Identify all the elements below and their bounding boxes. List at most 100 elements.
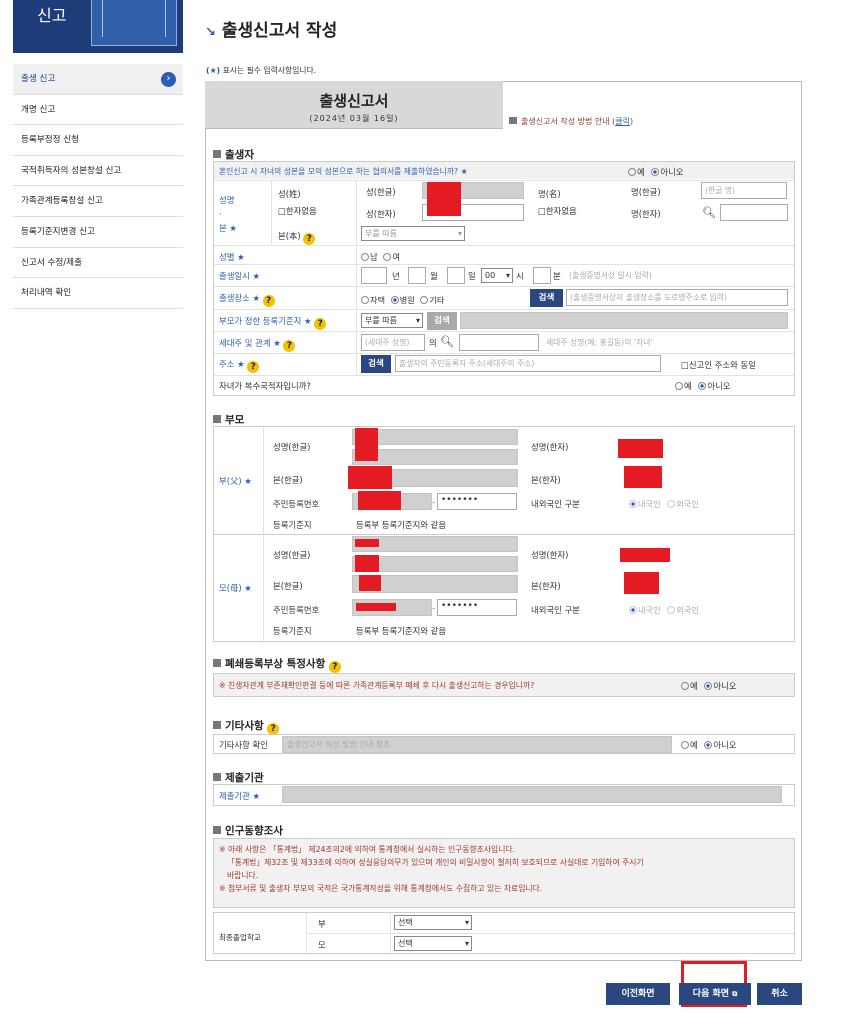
birth-day-input[interactable] — [447, 267, 465, 284]
radio-male[interactable] — [361, 253, 369, 261]
given-no-hanja-checkbox[interactable]: □한자없음 — [538, 205, 577, 217]
guide-link-text[interactable]: 클릭 — [615, 117, 630, 126]
same-address-checkbox[interactable]: □신고인 주소와 동일 — [681, 359, 756, 371]
radio-yes[interactable] — [681, 682, 689, 690]
help-icon[interactable]: ? — [247, 361, 260, 373]
mother-nationality-radios: 내국인 외국인 — [629, 604, 699, 616]
place-input[interactable]: (출생증명서상의 출생장소를 도로명주소로 입력) — [566, 289, 788, 306]
regbase-select[interactable]: 부를 따름 — [361, 313, 423, 328]
address-input[interactable]: 출생자의 주민등록지 주소(세대주의 주소) — [395, 355, 661, 372]
birth-month-input[interactable] — [408, 267, 426, 284]
radio-yes[interactable] — [628, 168, 636, 176]
sidebar-item-name-change[interactable]: 개명 신고 — [13, 95, 183, 126]
sex-label: 성별 ★ — [219, 252, 245, 262]
form-header: 출생신고서 (2024년 03월 16일) — [205, 81, 503, 129]
relation-placeholder: 세대주 성명(예: 홍길동)의 '자녀' — [546, 338, 653, 347]
regbase-label-text: 부모가 정한 등록기준지 ★ — [219, 316, 312, 326]
help-icon[interactable]: ? — [303, 233, 316, 245]
regbase-label: 부모가 정한 등록기준지 ★ ? — [219, 315, 327, 330]
survey-note-2: 「통계법」제32조 및 제33조에 의하여 성실응답의무가 있으며 개인의 비밀… — [227, 858, 644, 867]
closure-question: ※ 친생자관계 부존재확인판결 등에 따른 가족관계등록부 폐쇄 후 다시 출생… — [219, 681, 535, 690]
householder-input[interactable]: (세대주 성명) — [361, 334, 425, 351]
sidebar-item-modify-submit[interactable]: 신고서 수정/제출 — [13, 248, 183, 279]
place-search-button[interactable]: 검색 — [530, 289, 563, 307]
next-button[interactable]: 다음 화면 ⧉ — [679, 983, 751, 1005]
divider-v — [271, 180, 272, 245]
radio-no[interactable] — [651, 168, 660, 176]
radio-korean[interactable] — [629, 500, 637, 508]
month-label: 월 — [430, 271, 438, 281]
given-hanja-input[interactable] — [720, 204, 788, 221]
radio-no[interactable] — [704, 682, 713, 690]
name-bon-label: 성명 · 본 ★ — [219, 195, 237, 233]
mother-rrn-back[interactable]: ••••••• — [437, 599, 517, 616]
given-hangul-input[interactable]: (한글 명) — [701, 182, 787, 199]
help-icon[interactable]: ? — [262, 295, 275, 307]
help-icon[interactable]: ? — [283, 340, 296, 352]
external-link-icon: ⧉ — [732, 990, 738, 998]
radio-yes[interactable] — [681, 741, 689, 749]
divider-v — [306, 913, 307, 953]
redaction-box — [355, 539, 379, 547]
radio-etc[interactable] — [420, 296, 429, 304]
radio-no[interactable] — [704, 741, 713, 749]
multi-nat-radio-group: 예 아니오 — [675, 380, 731, 392]
guide-link[interactable]: 출생신고서 작성 방법 안내 (클릭) — [509, 116, 633, 127]
sidebar-item-history[interactable]: 처리내역 확인 — [13, 278, 183, 309]
guide-prefix: 출생신고서 작성 방법 안내 ( — [521, 117, 616, 126]
radio-female[interactable] — [383, 253, 392, 261]
bon-select[interactable]: 부를 따름 — [361, 226, 465, 241]
householder-placeholder: (세대주 성명) — [365, 338, 410, 347]
father-name-hanja-label: 성명(한자) — [531, 442, 569, 452]
education-father-select[interactable]: 선택 — [394, 915, 472, 930]
guide-suffix: ) — [630, 117, 634, 126]
prev-button[interactable]: 이전화면 — [606, 983, 670, 1005]
agency-input[interactable] — [282, 786, 782, 803]
mother-label: 모(母) ★ — [219, 583, 252, 593]
redaction-box — [355, 428, 378, 461]
minute-label: 분 — [553, 271, 561, 281]
minute-input[interactable] — [533, 267, 551, 284]
sidebar-item-correction[interactable]: 등록부정정 신청 — [13, 125, 183, 156]
radio-no-label: 아니오 — [713, 740, 737, 750]
mother-nationality-label: 내외국인 구분 — [531, 605, 580, 615]
other-input[interactable]: 출생신고서 작성 방법 안내 참조 — [282, 736, 672, 753]
day-label: 일 — [468, 271, 476, 281]
radio-no[interactable] — [698, 382, 707, 390]
no-hanja-checkbox[interactable]: □한자없음 — [278, 205, 317, 217]
radio-foreign[interactable] — [667, 606, 676, 614]
radio-foreign[interactable] — [667, 500, 676, 508]
father-rrn-back[interactable]: ••••••• — [437, 493, 517, 510]
help-icon[interactable]: ? — [328, 661, 341, 673]
radio-hospital[interactable] — [390, 296, 399, 304]
closure-radio-group: 예 아니오 — [681, 680, 737, 692]
education-label: 최종졸업학교 — [219, 933, 261, 942]
search-icon[interactable]: 🔍︎ — [702, 206, 716, 219]
mother-regbase-value: 등록부 등록기준지와 같음 — [356, 626, 447, 636]
sidebar-item-label: 출생 신고 — [21, 74, 56, 84]
help-icon[interactable]: ? — [314, 318, 327, 330]
search-icon[interactable]: 🔍︎ — [440, 335, 454, 348]
address-search-button[interactable]: 검색 — [361, 355, 391, 373]
regbase-search-button[interactable]: 검색 — [427, 312, 457, 330]
given-label: 명(名) — [538, 189, 561, 199]
sidebar-item-regbase-change[interactable]: 등록기준지변경 신고 — [13, 217, 183, 248]
radio-home[interactable] — [361, 296, 369, 304]
education-mother-select[interactable]: 선택 — [394, 936, 472, 951]
radio-yes-label: 예 — [690, 681, 698, 691]
cancel-button[interactable]: 취소 — [757, 983, 802, 1005]
relation-input[interactable] — [459, 334, 539, 351]
education-mother-label: 모 — [318, 940, 326, 950]
survey-note-1: ※ 아래 사항은 「통계법」 제24조의2에 의하여 통계청에서 실시하는 인구… — [219, 845, 516, 854]
sidebar-item-registry-creation[interactable]: 가족관계등록창설 신고 — [13, 186, 183, 217]
sidebar-item-naturalized[interactable]: 국적취득자의 성본창설 신고 — [13, 156, 183, 187]
redaction-box — [427, 182, 461, 216]
radio-yes[interactable] — [675, 382, 683, 390]
birth-year-input[interactable] — [361, 267, 387, 284]
sidebar-item-birth-report[interactable]: 출생 신고 › — [13, 64, 183, 95]
radio-korean[interactable] — [629, 606, 637, 614]
father-bon-hangul-label: 본(한글) — [273, 475, 303, 485]
hour-select[interactable]: 00 — [481, 268, 513, 283]
other-radio-group: 예 아니오 — [681, 739, 737, 751]
regbase-input[interactable] — [460, 312, 788, 329]
